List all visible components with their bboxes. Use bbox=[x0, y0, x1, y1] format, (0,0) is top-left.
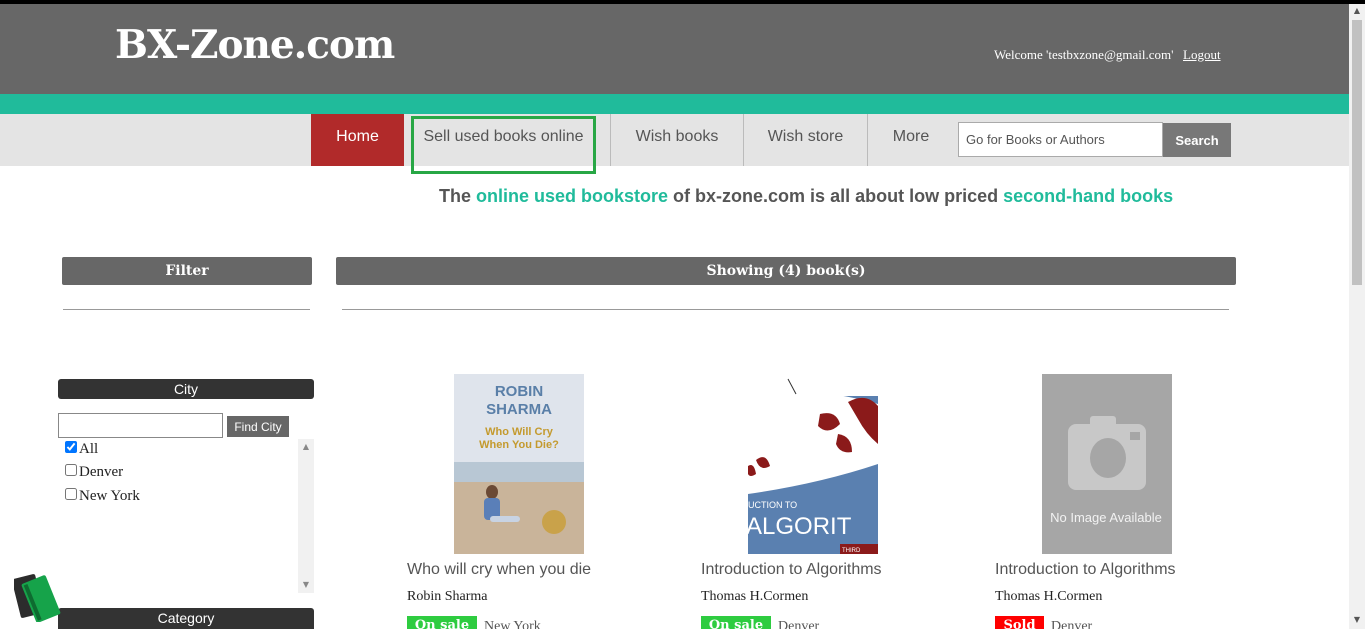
city-checkbox-denver[interactable] bbox=[65, 464, 77, 476]
tagline-link-secondhand[interactable]: second-hand books bbox=[1003, 186, 1173, 206]
category-filter-header: Category bbox=[58, 608, 314, 629]
svg-text:SHARMA: SHARMA bbox=[486, 401, 552, 418]
nav-home[interactable]: Home bbox=[311, 114, 404, 166]
scroll-down-icon[interactable]: ▼ bbox=[298, 580, 314, 589]
nav-wish-books[interactable]: Wish books bbox=[610, 114, 743, 166]
scroll-up-icon[interactable]: ▲ bbox=[1349, 6, 1365, 15]
city-checkbox-new-york[interactable] bbox=[65, 488, 77, 500]
filter-header: Filter bbox=[62, 257, 312, 285]
city-option-all[interactable]: All bbox=[65, 441, 98, 458]
book-title[interactable]: Introduction to Algorithms bbox=[701, 561, 882, 579]
tagline-text-2: of bx-zone.com is all about low priced bbox=[668, 186, 1004, 206]
nav-more[interactable]: More bbox=[867, 114, 954, 166]
search-button[interactable]: Search bbox=[1163, 123, 1231, 157]
book-title[interactable]: Who will cry when you die bbox=[407, 561, 591, 579]
svg-text:ALGORIT: ALGORIT bbox=[748, 513, 852, 540]
page-scrollbar-thumb[interactable] bbox=[1352, 20, 1362, 285]
book-author: Thomas H.Cormen bbox=[995, 589, 1103, 604]
divider bbox=[342, 309, 1229, 310]
welcome-text: Welcome 'testbxzone@gmail.com' bbox=[994, 47, 1174, 62]
accent-strip bbox=[0, 94, 1349, 114]
status-badge: On sale bbox=[701, 616, 771, 629]
book-title[interactable]: Introduction to Algorithms bbox=[995, 561, 1176, 579]
divider bbox=[63, 309, 310, 310]
svg-text:ROBIN: ROBIN bbox=[495, 383, 543, 400]
book-author: Thomas H.Cormen bbox=[701, 589, 809, 604]
status-badge: Sold bbox=[995, 616, 1044, 629]
city-list: All Denver New York bbox=[60, 439, 314, 593]
city-list-scrollbar[interactable] bbox=[298, 439, 314, 593]
svg-text:When You Die?: When You Die? bbox=[479, 439, 559, 451]
city-checkbox-all[interactable] bbox=[65, 441, 77, 453]
svg-text:Who Will Cry: Who Will Cry bbox=[485, 426, 554, 438]
scroll-up-icon[interactable]: ▲ bbox=[298, 442, 314, 451]
book-city: Denver bbox=[1051, 619, 1093, 629]
book-author: Robin Sharma bbox=[407, 589, 488, 604]
nav-wish-store[interactable]: Wish store bbox=[743, 114, 867, 166]
city-option-new-york[interactable]: New York bbox=[65, 488, 140, 505]
results-count-header: Showing (4) book(s) bbox=[336, 257, 1236, 285]
svg-text:No Image Available: No Image Available bbox=[1050, 510, 1162, 525]
camera-icon: No Image Available bbox=[1042, 374, 1172, 554]
book-cover[interactable]: No Image Available bbox=[1042, 374, 1172, 554]
tagline-link-bookstore[interactable]: online used bookstore bbox=[476, 186, 668, 206]
svg-text:UCTION TO: UCTION TO bbox=[748, 500, 797, 510]
city-option-label: New York bbox=[79, 488, 140, 504]
city-option-denver[interactable]: Denver bbox=[65, 464, 123, 481]
status-badge: On sale bbox=[407, 616, 477, 629]
book-city: New York bbox=[484, 619, 541, 629]
scroll-down-icon[interactable]: ▼ bbox=[1349, 615, 1365, 624]
find-city-button[interactable]: Find City bbox=[227, 416, 289, 437]
tagline: The online used bookstore of bx-zone.com… bbox=[439, 186, 1173, 207]
city-search-input[interactable] bbox=[58, 413, 223, 438]
city-option-label: All bbox=[79, 441, 99, 457]
book-cover[interactable]: ROBIN SHARMA Who Will Cry When You Die? bbox=[454, 374, 584, 554]
book-city: Denver bbox=[778, 619, 820, 629]
books-icon[interactable] bbox=[14, 568, 66, 622]
svg-text:THIRD: THIRD bbox=[842, 548, 861, 554]
logout-link[interactable]: Logout bbox=[1183, 47, 1221, 63]
nav-sell-books[interactable]: Sell used books online bbox=[411, 116, 596, 174]
site-logo[interactable]: BX-Zone.com bbox=[115, 22, 395, 68]
book-cover[interactable]: UCTION TO ALGORIT THIRD bbox=[748, 374, 878, 554]
city-filter-header: City bbox=[58, 379, 314, 399]
city-option-label: Denver bbox=[79, 464, 124, 480]
tagline-text-1: The bbox=[439, 186, 477, 206]
search-input[interactable] bbox=[958, 122, 1163, 157]
